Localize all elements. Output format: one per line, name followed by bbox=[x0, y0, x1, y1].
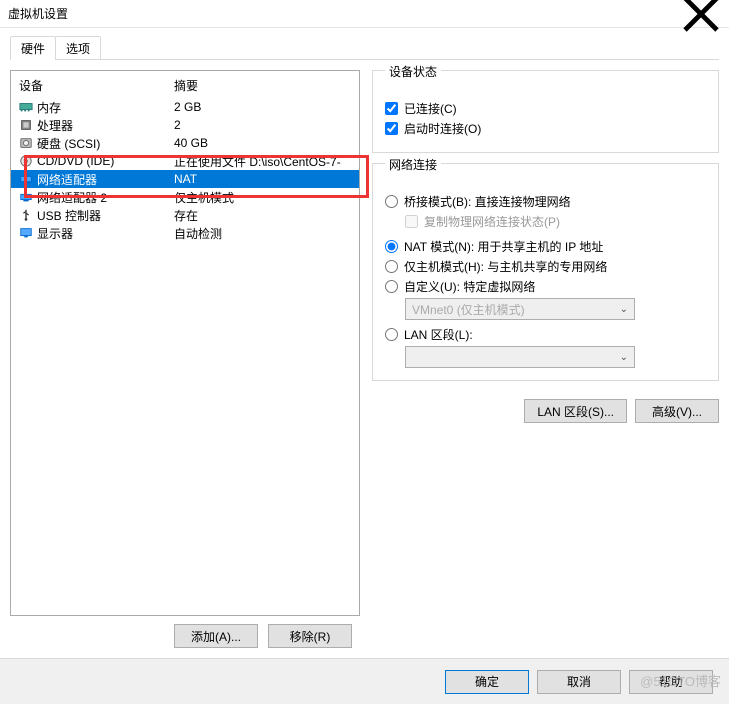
connected-checkbox[interactable] bbox=[385, 102, 398, 115]
device-name: 硬盘 (SCSI) bbox=[37, 135, 100, 152]
network-legend: 网络连接 bbox=[385, 156, 441, 173]
device-name: 显示器 bbox=[37, 225, 73, 242]
device-summary: 正在使用文件 D:\iso\CentOS-7- bbox=[174, 153, 341, 170]
net-icon bbox=[19, 190, 33, 204]
disk-icon bbox=[19, 136, 33, 150]
cpu-icon bbox=[19, 118, 33, 132]
bridged-label: 桥接模式(B): 直接连接物理网络 bbox=[404, 193, 571, 210]
chevron-down-icon: ⌄ bbox=[620, 352, 628, 363]
table-row[interactable]: 内存 2 GB bbox=[11, 98, 359, 116]
connect-at-poweron-label: 启动时连接(O) bbox=[404, 120, 481, 137]
device-name: 网络适配器 2 bbox=[37, 189, 107, 206]
window-title: 虚拟机设置 bbox=[8, 5, 681, 22]
network-connection-group: 网络连接 桥接模式(B): 直接连接物理网络 复制物理网络连接状态(P) NAT… bbox=[372, 163, 719, 381]
close-icon[interactable] bbox=[681, 0, 721, 28]
device-summary: NAT bbox=[174, 172, 197, 186]
chevron-down-icon: ⌄ bbox=[620, 304, 628, 315]
hardware-list: 设备 摘要 内存 2 GB 处理器 2 硬盘 (SCSI) 40 GB CD/DVD (ID… bbox=[10, 70, 360, 616]
tab-options[interactable]: 选项 bbox=[55, 36, 101, 59]
custom-radio[interactable] bbox=[385, 280, 398, 293]
lan-segment-radio[interactable] bbox=[385, 328, 398, 341]
connected-label: 已连接(C) bbox=[404, 100, 457, 117]
custom-vmnet-select[interactable]: VMnet0 (仅主机模式) ⌄ bbox=[405, 298, 635, 320]
cd-icon bbox=[19, 154, 33, 168]
custom-label: 自定义(U): 特定虚拟网络 bbox=[404, 278, 535, 295]
lan-segments-button[interactable]: LAN 区段(S)... bbox=[524, 399, 627, 423]
add-button[interactable]: 添加(A)... bbox=[174, 624, 258, 648]
memory-icon bbox=[19, 100, 33, 114]
hostonly-label: 仅主机模式(H): 与主机共享的专用网络 bbox=[404, 258, 607, 275]
bridged-radio[interactable] bbox=[385, 195, 398, 208]
titlebar: 虚拟机设置 bbox=[0, 0, 729, 28]
table-row[interactable]: USB 控制器 存在 bbox=[11, 206, 359, 224]
device-summary: 仅主机模式 bbox=[174, 189, 234, 206]
device-summary: 2 GB bbox=[174, 100, 201, 114]
tab-bar: 硬件 选项 bbox=[10, 36, 719, 60]
tab-hardware[interactable]: 硬件 bbox=[10, 36, 56, 59]
device-name: USB 控制器 bbox=[37, 207, 101, 224]
table-row[interactable]: 网络适配器 NAT bbox=[11, 170, 359, 188]
table-row[interactable]: 处理器 2 bbox=[11, 116, 359, 134]
replicate-label: 复制物理网络连接状态(P) bbox=[424, 213, 560, 230]
net-icon bbox=[19, 172, 33, 186]
table-row[interactable]: CD/DVD (IDE) 正在使用文件 D:\iso\CentOS-7- bbox=[11, 152, 359, 170]
dialog-footer: 确定 取消 帮助 bbox=[0, 658, 729, 704]
usb-icon bbox=[19, 208, 33, 222]
connect-at-poweron-checkbox[interactable] bbox=[385, 122, 398, 135]
device-status-legend: 设备状态 bbox=[385, 63, 441, 80]
device-summary: 40 GB bbox=[174, 136, 208, 150]
display-icon bbox=[19, 226, 33, 240]
lan-segment-select[interactable]: ⌄ bbox=[405, 346, 635, 368]
cancel-button[interactable]: 取消 bbox=[537, 670, 621, 694]
table-row[interactable]: 硬盘 (SCSI) 40 GB bbox=[11, 134, 359, 152]
lan-segment-label: LAN 区段(L): bbox=[404, 326, 473, 343]
device-summary: 2 bbox=[174, 118, 181, 132]
hostonly-radio[interactable] bbox=[385, 260, 398, 273]
ok-button[interactable]: 确定 bbox=[445, 670, 529, 694]
replicate-checkbox bbox=[405, 215, 418, 228]
remove-button[interactable]: 移除(R) bbox=[268, 624, 352, 648]
nat-label: NAT 模式(N): 用于共享主机的 IP 地址 bbox=[404, 238, 603, 255]
device-name: 处理器 bbox=[37, 117, 73, 134]
device-name: CD/DVD (IDE) bbox=[37, 154, 114, 168]
custom-vmnet-value: VMnet0 (仅主机模式) bbox=[412, 301, 525, 318]
device-summary: 自动检测 bbox=[174, 225, 222, 242]
hardware-list-header: 设备 摘要 bbox=[11, 71, 359, 98]
col-device: 设备 bbox=[19, 77, 174, 94]
help-button[interactable]: 帮助 bbox=[629, 670, 713, 694]
device-name: 网络适配器 bbox=[37, 171, 97, 188]
table-row[interactable]: 网络适配器 2 仅主机模式 bbox=[11, 188, 359, 206]
nat-radio[interactable] bbox=[385, 240, 398, 253]
device-name: 内存 bbox=[37, 99, 61, 116]
device-status-group: 设备状态 已连接(C) 启动时连接(O) bbox=[372, 70, 719, 153]
advanced-button[interactable]: 高级(V)... bbox=[635, 399, 719, 423]
col-summary: 摘要 bbox=[174, 77, 198, 94]
device-summary: 存在 bbox=[174, 207, 198, 224]
table-row[interactable]: 显示器 自动检测 bbox=[11, 224, 359, 242]
